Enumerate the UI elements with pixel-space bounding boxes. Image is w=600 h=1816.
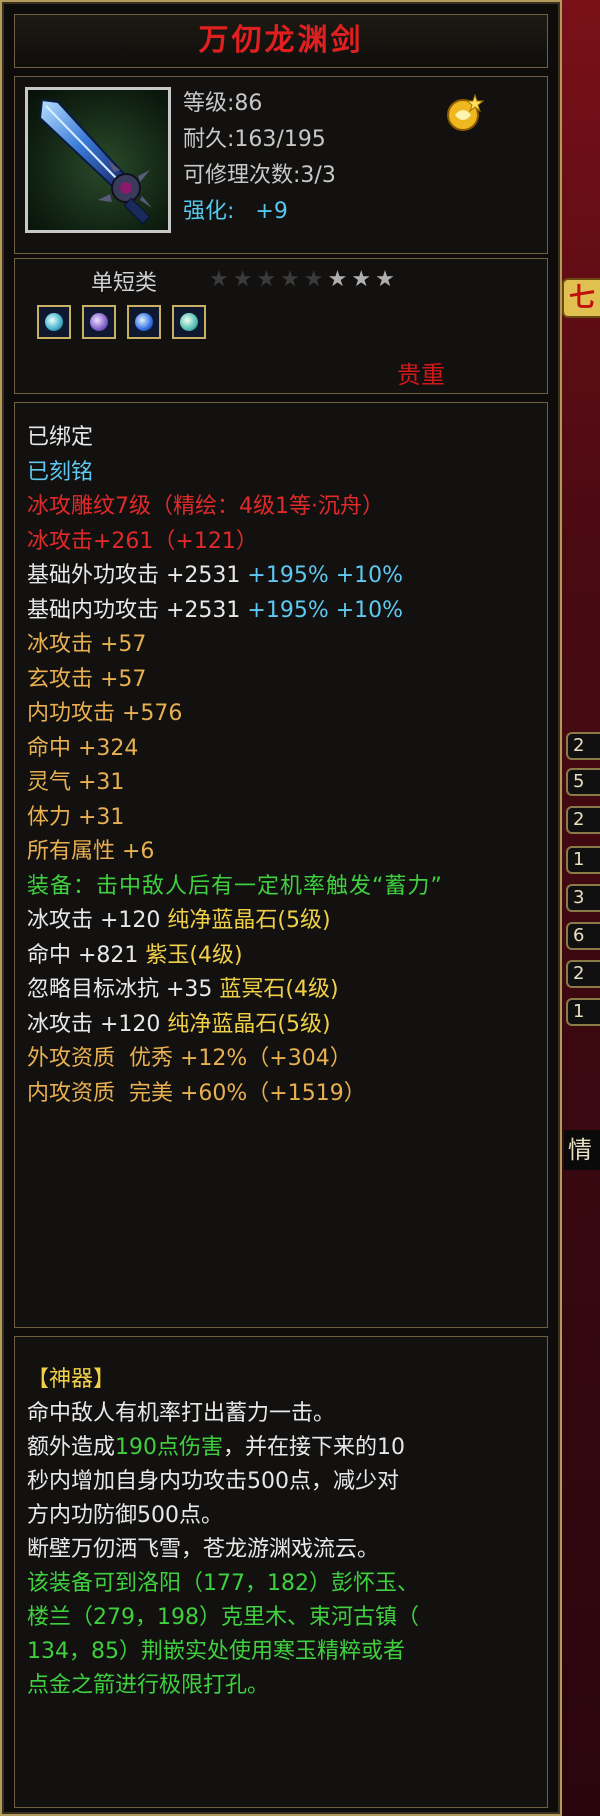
side-counter: 1 <box>566 846 600 874</box>
lore-line: 额外造成190点伤害，并在接下来的10 <box>27 1431 537 1465</box>
engrave-pattern: 冰攻雕纹7级（精绘：4级1等·沉舟） <box>27 494 384 519</box>
side-counter: 2 <box>566 960 600 988</box>
enhance-label: 强化: <box>183 199 235 224</box>
inlay-stat: 命中 +821 <box>27 942 146 968</box>
inlay-line: 冰攻击 +120 纯净蓝晶石(5级) <box>27 904 537 939</box>
lore-guide: 楼兰（279，198）克里木、束河古镇（ <box>27 1605 419 1630</box>
inlay-gem: 纯净蓝晶石(5级) <box>167 1011 331 1037</box>
stat-line: 所有属性 +6 <box>27 839 155 864</box>
rarity-label: 贵重 <box>397 361 445 389</box>
inlay-line: 忽略目标冰抗 +35 蓝冥石(4级) <box>27 973 537 1008</box>
lore-line: 秒内增加自身内功攻击500点，减少对 <box>27 1469 399 1494</box>
item-tooltip: 万仞龙渊剑 等级:86 耐久:163/195 可修理次数:3/3 强化: +9 … <box>0 0 562 1816</box>
stat-line: 体力 +31 <box>27 804 125 830</box>
side-counter: 2 <box>566 732 600 760</box>
side-counter: 5 <box>566 768 600 796</box>
category-panel: 单短类 ★★★★★★★★ 贵重 <box>14 258 548 394</box>
lore-guide: 134，85）荆嵌实处使用寒玉精粹或者 <box>27 1639 405 1664</box>
rank-badge-icon <box>443 91 487 135</box>
lore-header: 【神器】 <box>27 1367 116 1392</box>
attributes-panel: 已绑定 已刻铭 冰攻雕纹7级（精绘：4级1等·沉舟） 冰攻击+261（+121）… <box>14 402 548 1328</box>
side-counter: 1 <box>566 998 600 1026</box>
inlay-line: 冰攻击 +120 纯净蓝晶石(5级) <box>27 1008 537 1043</box>
stat-line: 玄攻击 +57 <box>27 666 147 692</box>
inlay-stat: 忽略目标冰抗 +35 <box>27 977 220 1002</box>
inlay-gem: 纯净蓝晶石(5级) <box>167 908 331 933</box>
side-counter: 6 <box>566 922 600 950</box>
gem-slot-icon[interactable] <box>82 305 117 339</box>
item-header: 等级:86 耐久:163/195 可修理次数:3/3 强化: +9 <box>14 76 548 254</box>
base-inner-attack: 基础内功攻击 +2531 +195% +10% <box>27 594 537 629</box>
equip-effect: 装备：击中敌人后有一定机率触发“蓄力” <box>27 873 443 899</box>
stat-line: 灵气 +31 <box>27 770 125 795</box>
empty-stars: ★★★★★ <box>209 267 328 292</box>
inlay-gem: 紫玉(4级) <box>145 942 243 968</box>
weapon-category: 单短类 <box>91 271 158 296</box>
stat-bonus: +195% +10% <box>247 597 404 623</box>
inlay-line: 命中 +821 紫玉(4级) <box>27 939 537 974</box>
bound-status: 已绑定 <box>27 425 94 450</box>
side-tab-bottom[interactable]: 情 <box>564 1130 600 1170</box>
lore-panel: 【神器】 命中敌人有机率打出蓄力一击。 额外造成190点伤害，并在接下来的10 … <box>14 1336 548 1808</box>
inlay-gem: 蓝冥石(4级) <box>219 977 339 1002</box>
inlay-stat: 冰攻击 +120 <box>27 1011 168 1037</box>
side-counter: 3 <box>566 884 600 912</box>
stat-line: 命中 +324 <box>27 735 139 761</box>
item-level: 等级:86 <box>183 91 263 116</box>
stat-line: 冰攻击 +57 <box>27 632 147 657</box>
filled-stars: ★★★ <box>327 267 399 292</box>
lore-line: 方内功防御500点。 <box>27 1503 223 1528</box>
engraved-status: 已刻铭 <box>27 459 94 485</box>
title-bar: 万仞龙渊剑 <box>14 14 548 68</box>
inlay-stat: 冰攻击 +120 <box>27 908 168 933</box>
gem-slot-icon[interactable] <box>127 305 162 339</box>
gem-slots <box>37 305 212 345</box>
gem-slot-icon[interactable] <box>37 305 71 339</box>
base-outer-attack: 基础外功攻击 +2531 +195% +10% <box>27 559 537 594</box>
side-tab[interactable]: 七 <box>562 278 600 318</box>
item-repair-count: 可修理次数:3/3 <box>183 163 336 188</box>
lore-line: 命中敌人有机率打出蓄力一击。 <box>27 1401 336 1426</box>
quality-inner: 内攻资质 完美 +60%（+1519） <box>27 1080 366 1106</box>
item-enhance: 强化: +9 <box>183 197 288 227</box>
star-rating: ★★★★★★★★ <box>209 267 399 292</box>
quality-outer: 外攻资质 优秀 +12%（+304） <box>27 1046 352 1071</box>
engrave-bonus: 冰攻击+261（+121） <box>27 528 258 554</box>
gem-slot-icon[interactable] <box>172 305 207 339</box>
stat-label: 基础内功攻击 +2531 <box>27 597 248 623</box>
enhance-value: +9 <box>255 199 288 224</box>
sword-icon[interactable] <box>25 87 171 233</box>
lore-text: 额外造成 <box>27 1435 116 1460</box>
item-durability: 耐久:163/195 <box>183 127 326 152</box>
side-counter: 2 <box>566 806 600 834</box>
lore-damage: 190点伤害 <box>115 1435 224 1460</box>
lore-guide: 该装备可到洛阳（177，182）彭怀玉、 <box>27 1571 419 1596</box>
stat-line: 内功攻击 +576 <box>27 701 183 726</box>
stat-label: 基础外功攻击 +2531 <box>27 563 248 588</box>
lore-poem: 断壁万仞洒飞雪，苍龙游渊戏流云。 <box>27 1537 380 1562</box>
stat-bonus: +195% +10% <box>247 563 404 588</box>
item-name: 万仞龙渊剑 <box>198 23 364 58</box>
lore-text: ，并在接下来的10 <box>223 1435 406 1460</box>
lore-guide: 点金之箭进行极限打孔。 <box>27 1673 270 1698</box>
